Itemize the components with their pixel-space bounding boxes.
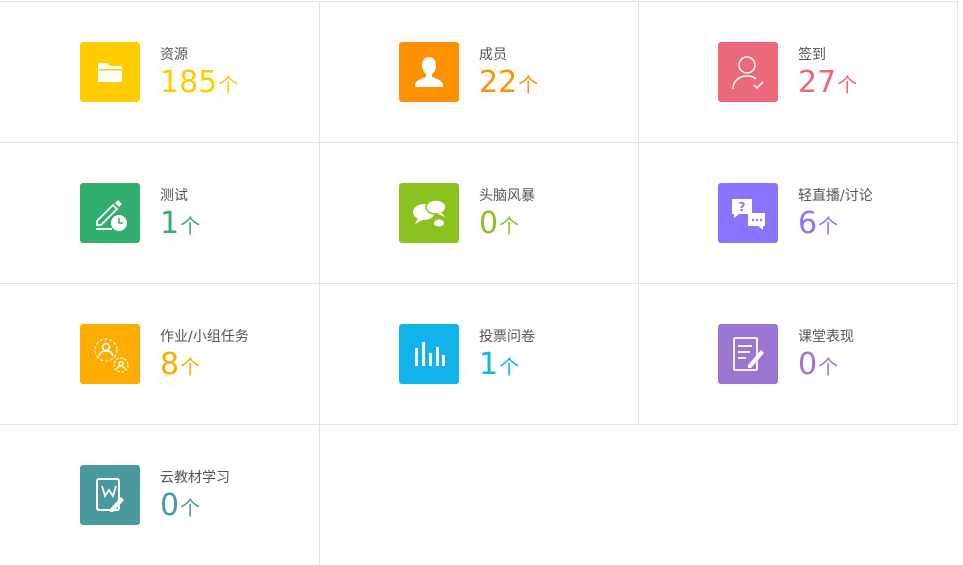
card-count: 0个	[798, 347, 838, 387]
card-checkin[interactable]: 签到 27个	[638, 2, 958, 143]
card-cloud-textbook[interactable]: 云教材学习 0个	[0, 425, 320, 565]
card-test[interactable]: 测试 1个	[0, 143, 320, 284]
card-count: 1个	[479, 347, 519, 387]
count-unit: 个	[518, 73, 539, 97]
count-value: 0	[479, 206, 499, 241]
count-unit: 个	[218, 73, 239, 97]
stats-grid: 资源 185个 成员 22个 签到 27个 测试 1个 头脑风暴 0个 ? 轻直…	[0, 0, 963, 565]
discussion-icon: ?	[718, 183, 778, 243]
count-unit: 个	[499, 214, 520, 238]
count-value: 22	[479, 65, 518, 100]
card-label: 签到	[798, 47, 826, 63]
card-label: 测试	[160, 188, 188, 204]
card-count: 27个	[798, 65, 857, 105]
count-value: 8	[160, 347, 180, 382]
card-count: 6个	[798, 206, 838, 246]
card-label: 资源	[160, 47, 188, 63]
count-value: 1	[160, 206, 180, 241]
count-value: 1	[479, 347, 499, 382]
count-value: 185	[160, 65, 218, 100]
count-value: 0	[160, 488, 180, 523]
card-count: 8个	[160, 347, 200, 387]
count-unit: 个	[837, 73, 858, 97]
card-count: 1个	[160, 206, 200, 246]
card-count: 0个	[479, 206, 519, 246]
ebook-icon	[80, 465, 140, 525]
count-unit: 个	[180, 355, 201, 379]
count-unit: 个	[499, 355, 520, 379]
card-label: 成员	[479, 47, 507, 63]
brainstorm-icon	[399, 183, 459, 243]
card-count: 22个	[479, 65, 538, 105]
card-homework-group[interactable]: 作业/小组任务 8个	[0, 284, 320, 425]
count-unit: 个	[180, 496, 201, 520]
card-live-discussion[interactable]: ? 轻直播/讨论 6个	[638, 143, 958, 284]
card-label: 云教材学习	[160, 470, 230, 486]
card-resources[interactable]: 资源 185个	[0, 2, 320, 143]
card-label: 投票问卷	[479, 329, 535, 345]
card-label: 作业/小组任务	[160, 329, 249, 345]
test-icon	[80, 183, 140, 243]
card-class-performance[interactable]: 课堂表现 0个	[638, 284, 958, 425]
svg-text:?: ?	[739, 200, 746, 214]
card-label: 头脑风暴	[479, 188, 535, 204]
card-brainstorm[interactable]: 头脑风暴 0个	[319, 143, 639, 284]
folder-icon	[80, 42, 140, 102]
count-unit: 个	[818, 214, 839, 238]
member-icon	[399, 42, 459, 102]
count-value: 6	[798, 206, 818, 241]
card-label: 课堂表现	[798, 329, 854, 345]
checkin-icon	[718, 42, 778, 102]
card-vote-survey[interactable]: 投票问卷 1个	[319, 284, 639, 425]
note-edit-icon	[718, 324, 778, 384]
card-members[interactable]: 成员 22个	[319, 2, 639, 143]
bar-chart-icon	[399, 324, 459, 384]
card-count: 0个	[160, 488, 200, 528]
count-value: 27	[798, 65, 837, 100]
count-unit: 个	[818, 355, 839, 379]
card-label: 轻直播/讨论	[798, 188, 873, 204]
group-task-icon	[80, 324, 140, 384]
card-count: 185个	[160, 65, 238, 105]
count-unit: 个	[180, 214, 201, 238]
count-value: 0	[798, 347, 818, 382]
